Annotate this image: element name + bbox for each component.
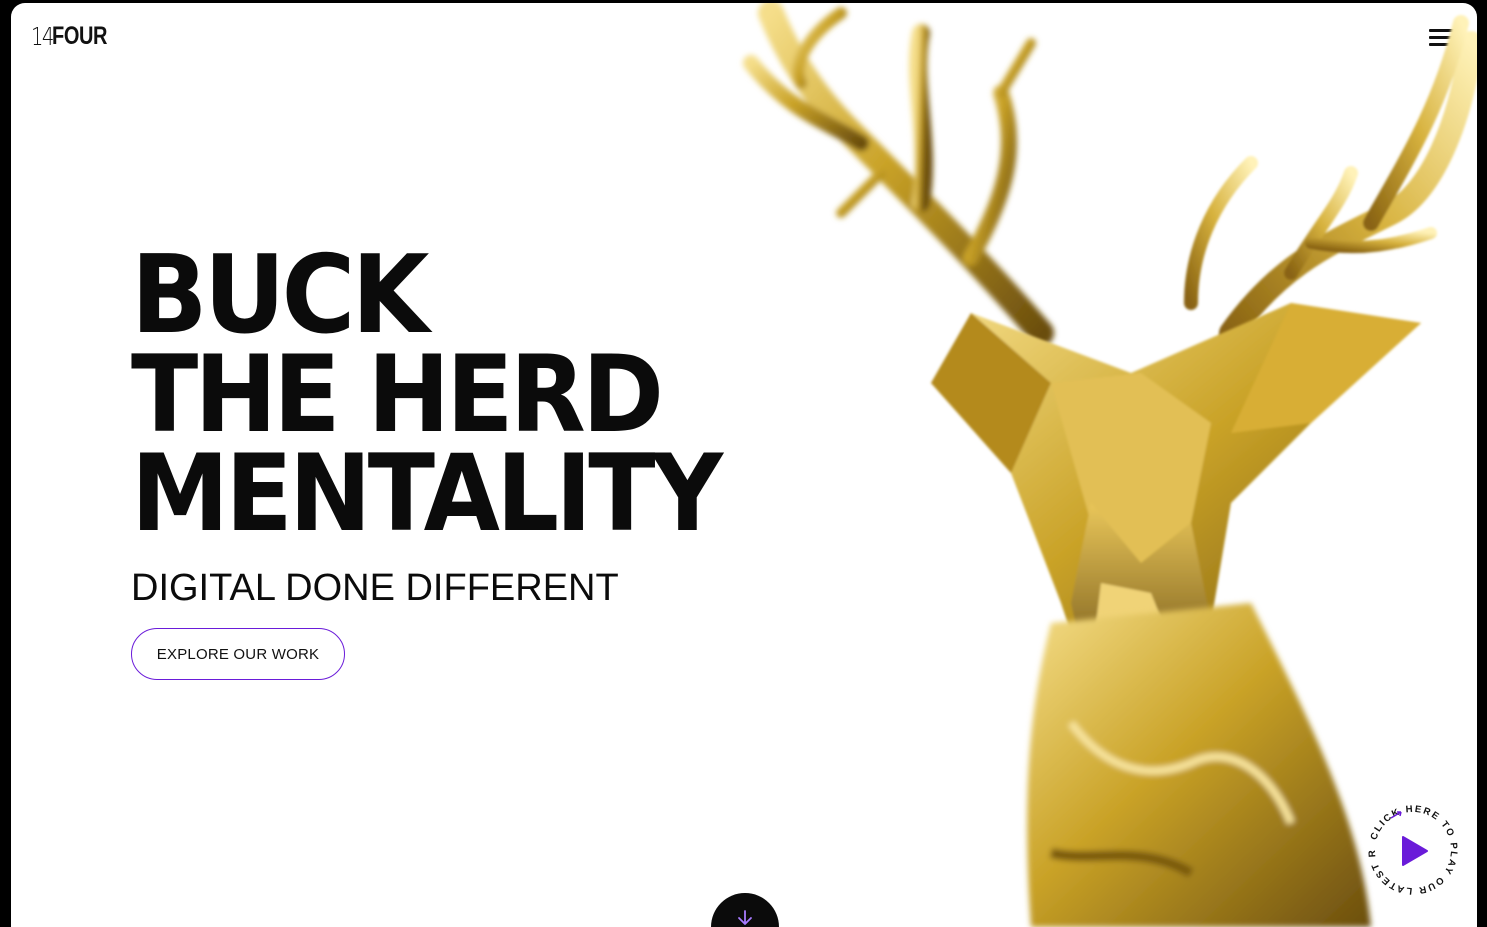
headline-line: THE HERD bbox=[131, 333, 664, 456]
page-frame: 14 FOUR BUCK THE HERD MENTALITY DIGITAL … bbox=[11, 3, 1477, 927]
headline-line: MENTALITY bbox=[131, 432, 723, 555]
explore-our-work-button[interactable]: EXPLORE OUR WORK bbox=[131, 628, 345, 680]
hero-subheadline: DIGITAL DONE DIFFERENT bbox=[131, 567, 619, 609]
logo-number: 14 bbox=[31, 22, 54, 51]
arrow-down-icon bbox=[738, 910, 752, 925]
headline-line: BUCK bbox=[131, 233, 429, 358]
gold-stag-image bbox=[743, 3, 1477, 927]
play-reel-badge[interactable]: CLICK HERE TO PLAY OUR LATEST REEL bbox=[1365, 802, 1461, 898]
logo[interactable]: 14 FOUR bbox=[31, 21, 121, 51]
hero-headline: BUCK THE HERD MENTALITY bbox=[131, 233, 723, 555]
play-icon bbox=[1402, 836, 1428, 866]
logo-word: FOUR bbox=[52, 22, 108, 50]
